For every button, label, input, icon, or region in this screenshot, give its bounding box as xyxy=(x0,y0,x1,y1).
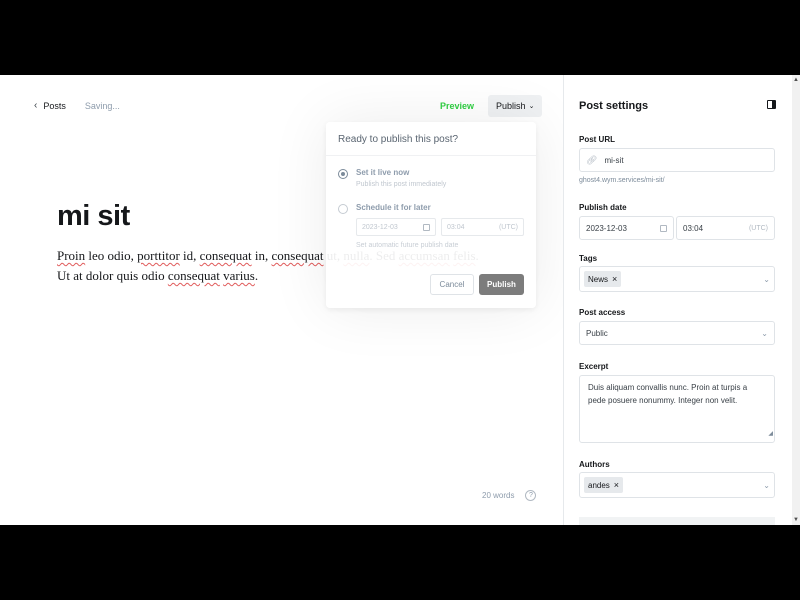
chevron-left-icon: ‹ xyxy=(34,100,38,111)
schedule-tz: (UTC) xyxy=(498,223,518,231)
author-chip: andes × xyxy=(584,477,624,493)
chevron-down-icon: ⌄ xyxy=(763,274,770,284)
editor-topbar-right: Preview Publish ⌄ xyxy=(440,95,543,117)
spellcheck-word: porttitor xyxy=(137,248,180,263)
body-text-run: id, xyxy=(179,248,200,263)
spellcheck-word: varius xyxy=(223,268,255,283)
excerpt-label: Excerpt xyxy=(579,362,609,371)
post-url-hint: ghost4.wym.services/mi-sit/ xyxy=(579,177,665,184)
calendar-icon xyxy=(660,224,667,232)
tags-input[interactable]: News × ⌄ xyxy=(579,266,775,292)
ghost-editor-app: ‹ Posts Saving... Preview Publish ⌄ mi s… xyxy=(0,75,800,525)
radio-schedule-later[interactable] xyxy=(338,204,348,214)
post-access-value: Public xyxy=(586,328,608,338)
option-publish-now[interactable]: Set it live now Publish this post immedi… xyxy=(338,168,446,188)
post-access-label: Post access xyxy=(579,308,626,317)
post-title[interactable]: mi sit xyxy=(57,200,130,233)
resize-handle-icon[interactable]: ◢ xyxy=(768,428,773,441)
back-link-label: Posts xyxy=(43,100,66,111)
author-chip-label: andes xyxy=(588,480,610,490)
schedule-note: Set automatic future publish date xyxy=(356,242,459,249)
sidebar-footer-section xyxy=(579,517,775,525)
word-count: 20 words ? xyxy=(482,490,537,501)
excerpt-value: Duis aliquam convallis nunc. Proin at tu… xyxy=(588,383,748,405)
post-url-label: Post URL xyxy=(579,135,615,144)
schedule-time-value: 03:04 xyxy=(447,223,465,231)
publish-time-input[interactable]: 03:04 (UTC) xyxy=(676,216,775,240)
calendar-icon xyxy=(423,223,430,231)
publish-time-value: 03:04 xyxy=(683,223,704,233)
tag-chip-label: News xyxy=(588,274,609,284)
authors-label: Authors xyxy=(579,460,610,469)
post-settings-sidebar: Post settings Post URL 🔗︎ mi-sit ghost4.… xyxy=(563,75,800,525)
publish-button[interactable]: Publish xyxy=(479,274,524,295)
preview-button[interactable]: Preview xyxy=(440,101,474,111)
option-now-title: Set it live now xyxy=(356,168,410,177)
tag-chip: News × xyxy=(584,271,622,287)
help-icon[interactable]: ? xyxy=(525,490,537,501)
sidebar-toggle-icon[interactable] xyxy=(767,100,776,109)
remove-tag-icon[interactable]: × xyxy=(612,274,617,284)
back-to-posts-link[interactable]: ‹ Posts xyxy=(34,100,66,111)
cancel-button[interactable]: Cancel xyxy=(430,274,474,295)
sidebar-scrollbar[interactable]: ▲ ▼ xyxy=(792,75,800,525)
publish-date-label: Publish date xyxy=(579,203,627,212)
spellcheck-word: consequat xyxy=(271,248,324,263)
publish-date-input[interactable]: 2023-12-03 xyxy=(579,216,674,240)
spellcheck-word: consequat xyxy=(199,248,252,263)
post-url-value: mi-sit xyxy=(604,155,624,165)
editor-topbar-left: ‹ Posts Saving... xyxy=(34,100,120,111)
schedule-date-input[interactable]: 2023-12-03 xyxy=(356,218,436,236)
popover-actions: Cancel Publish xyxy=(430,274,524,295)
radio-publish-now[interactable] xyxy=(338,169,348,179)
settings-title: Post settings xyxy=(579,100,649,112)
publish-dropdown-button[interactable]: Publish ⌄ xyxy=(488,95,543,117)
option-now-subtitle: Publish this post immediately xyxy=(356,181,447,188)
option-later-title: Schedule it for later xyxy=(356,203,431,212)
body-text-run: leo odio, xyxy=(85,248,138,263)
chevron-down-icon: ⌄ xyxy=(761,328,768,338)
schedule-time-input[interactable]: 03:04 (UTC) xyxy=(441,218,524,236)
link-icon: 🔗︎ xyxy=(586,154,598,165)
chevron-down-icon: ⌄ xyxy=(763,480,770,490)
scroll-down-icon[interactable]: ▼ xyxy=(793,517,799,523)
spellcheck-word: consequat xyxy=(167,268,220,283)
publish-popover: Ready to publish this post? Set it live … xyxy=(326,122,536,308)
post-access-select[interactable]: Public ⌄ xyxy=(579,321,775,345)
authors-input[interactable]: andes × ⌄ xyxy=(579,472,775,498)
post-url-input[interactable]: 🔗︎ mi-sit xyxy=(579,148,775,172)
schedule-date-value: 2023-12-03 xyxy=(362,223,398,231)
save-status: Saving... xyxy=(84,100,120,111)
schedule-inputs: 2023-12-03 03:04 (UTC) xyxy=(356,218,524,236)
publish-tz: (UTC) xyxy=(748,224,768,232)
excerpt-textarea[interactable]: Duis aliquam convallis nunc. Proin at tu… xyxy=(579,375,775,443)
publish-dropdown-label: Publish xyxy=(496,101,526,111)
word-count-label: 20 words xyxy=(482,491,515,500)
option-schedule-later[interactable]: Schedule it for later xyxy=(338,203,431,214)
remove-author-icon[interactable]: × xyxy=(614,480,619,490)
spellcheck-word: Proin xyxy=(57,248,86,263)
publish-date-value: 2023-12-03 xyxy=(586,223,627,233)
chevron-down-icon: ⌄ xyxy=(528,103,535,110)
tags-label: Tags xyxy=(579,254,598,263)
scroll-up-icon[interactable]: ▲ xyxy=(793,77,799,83)
body-text-run: in, xyxy=(251,248,272,263)
publish-popover-heading: Ready to publish this post? xyxy=(326,122,536,156)
body-text-run: . xyxy=(254,268,259,283)
editor-pane: ‹ Posts Saving... Preview Publish ⌄ mi s… xyxy=(0,75,563,525)
